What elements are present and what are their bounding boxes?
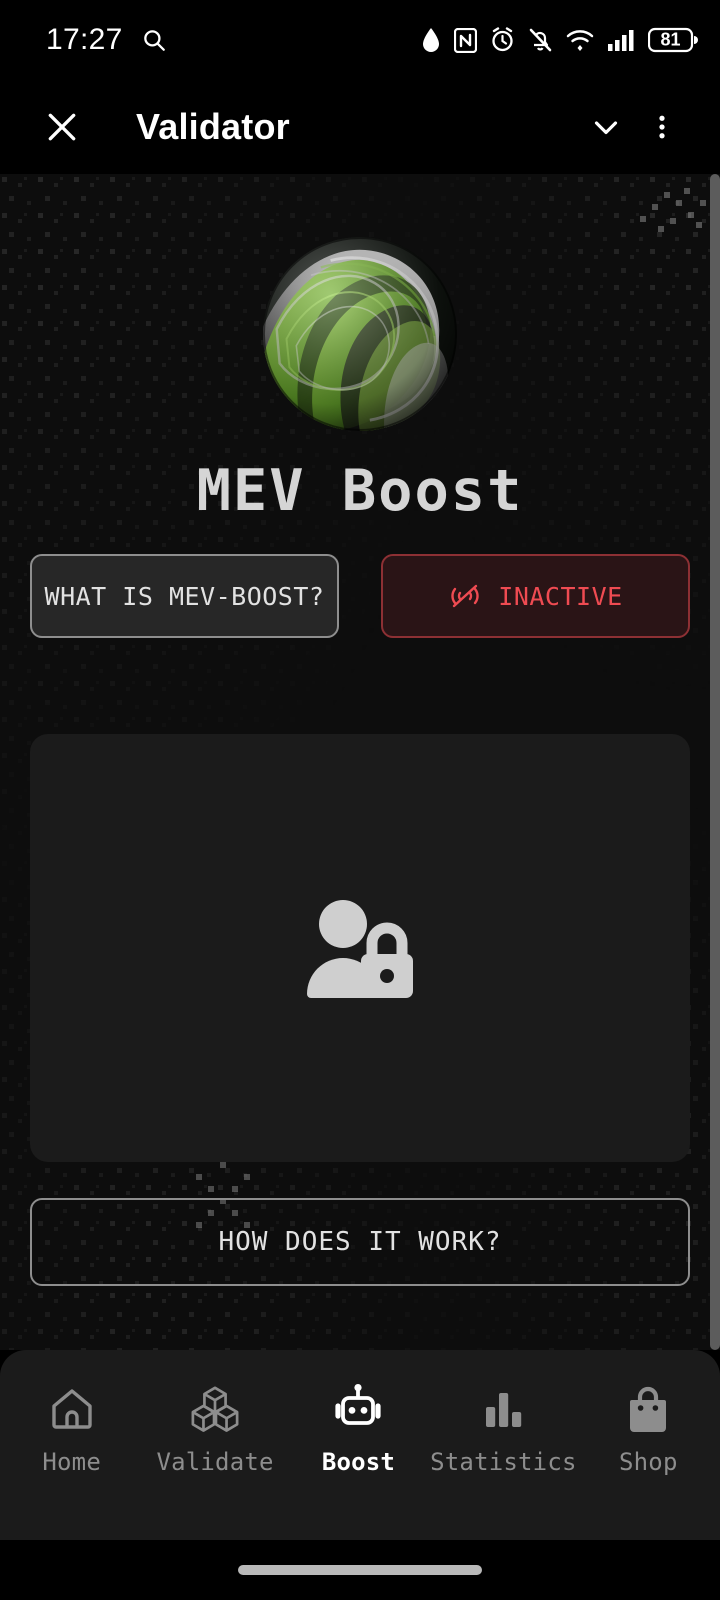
how-does-it-work-label: HOW DOES IT WORK? bbox=[218, 1227, 502, 1257]
search-icon[interactable] bbox=[141, 27, 167, 53]
home-indicator[interactable] bbox=[238, 1565, 482, 1575]
robot-icon bbox=[332, 1382, 384, 1436]
what-is-mev-boost-label: WHAT IS MEV-BOOST? bbox=[44, 581, 325, 611]
mev-boost-sphere-logo bbox=[262, 236, 458, 432]
user-locked-icon bbox=[305, 894, 415, 1003]
close-icon[interactable] bbox=[34, 99, 90, 155]
cellular-signal-icon bbox=[607, 28, 635, 52]
status-badge: INACTIVE bbox=[498, 581, 623, 611]
chevron-down-icon[interactable] bbox=[578, 99, 634, 155]
locked-content-card bbox=[30, 734, 690, 1162]
battery-level-text: 81 bbox=[660, 29, 681, 50]
status-bar: 17:27 81 bbox=[0, 0, 720, 80]
mev-boost-status-button[interactable]: INACTIVE bbox=[381, 554, 690, 638]
nav-item-shop[interactable]: Shop bbox=[577, 1382, 720, 1476]
nav-label-boost: Boost bbox=[321, 1448, 396, 1476]
logo-container bbox=[30, 236, 690, 432]
scrollbar-thumb[interactable] bbox=[710, 174, 720, 1350]
signal-off-icon bbox=[448, 581, 482, 611]
nav-label-validate: Validate bbox=[156, 1448, 274, 1476]
nav-label-shop: Shop bbox=[619, 1448, 678, 1476]
nav-item-statistics[interactable]: Statistics bbox=[430, 1382, 577, 1476]
phone-screen: 17:27 81 Validator MEV Boost WHAT IS MEV… bbox=[0, 0, 720, 1600]
battery-icon: 81 bbox=[648, 27, 698, 53]
bar-chart-icon bbox=[479, 1382, 527, 1436]
bell-muted-icon bbox=[528, 27, 553, 53]
alarm-icon bbox=[490, 27, 515, 53]
wifi-icon bbox=[566, 28, 594, 52]
bottom-navigation-bar: Home Validate Boost Statistics Shop bbox=[0, 1350, 720, 1540]
main-content: MEV Boost WHAT IS MEV-BOOST? INACTIVE HO… bbox=[0, 174, 720, 1350]
nav-label-statistics: Statistics bbox=[430, 1448, 577, 1476]
nav-item-validate[interactable]: Validate bbox=[143, 1382, 286, 1476]
content-inner: MEV Boost WHAT IS MEV-BOOST? INACTIVE HO… bbox=[0, 236, 720, 1286]
app-bar: Validator bbox=[0, 80, 720, 174]
what-is-mev-boost-button[interactable]: WHAT IS MEV-BOOST? bbox=[30, 554, 339, 638]
cubes-icon bbox=[190, 1382, 240, 1436]
how-does-it-work-button[interactable]: HOW DOES IT WORK? bbox=[30, 1198, 690, 1286]
nav-label-home: Home bbox=[42, 1448, 101, 1476]
nav-item-home[interactable]: Home bbox=[0, 1382, 143, 1476]
brand-title: MEV Boost bbox=[196, 458, 524, 524]
gesture-navigation-area bbox=[0, 1540, 720, 1600]
shopping-bag-icon bbox=[624, 1382, 672, 1436]
nfc-icon bbox=[454, 27, 477, 53]
action-button-row: WHAT IS MEV-BOOST? INACTIVE bbox=[30, 554, 690, 638]
status-time: 17:27 bbox=[46, 23, 123, 56]
status-bar-left: 17:27 bbox=[46, 23, 167, 57]
page-title: Validator bbox=[136, 106, 290, 147]
overflow-menu-icon[interactable] bbox=[634, 99, 690, 155]
home-icon bbox=[48, 1382, 96, 1436]
nav-item-boost[interactable]: Boost bbox=[287, 1382, 430, 1476]
water-drop-icon bbox=[421, 27, 441, 53]
vertical-scrollbar[interactable] bbox=[710, 174, 720, 1350]
status-bar-right: 81 bbox=[421, 27, 698, 53]
